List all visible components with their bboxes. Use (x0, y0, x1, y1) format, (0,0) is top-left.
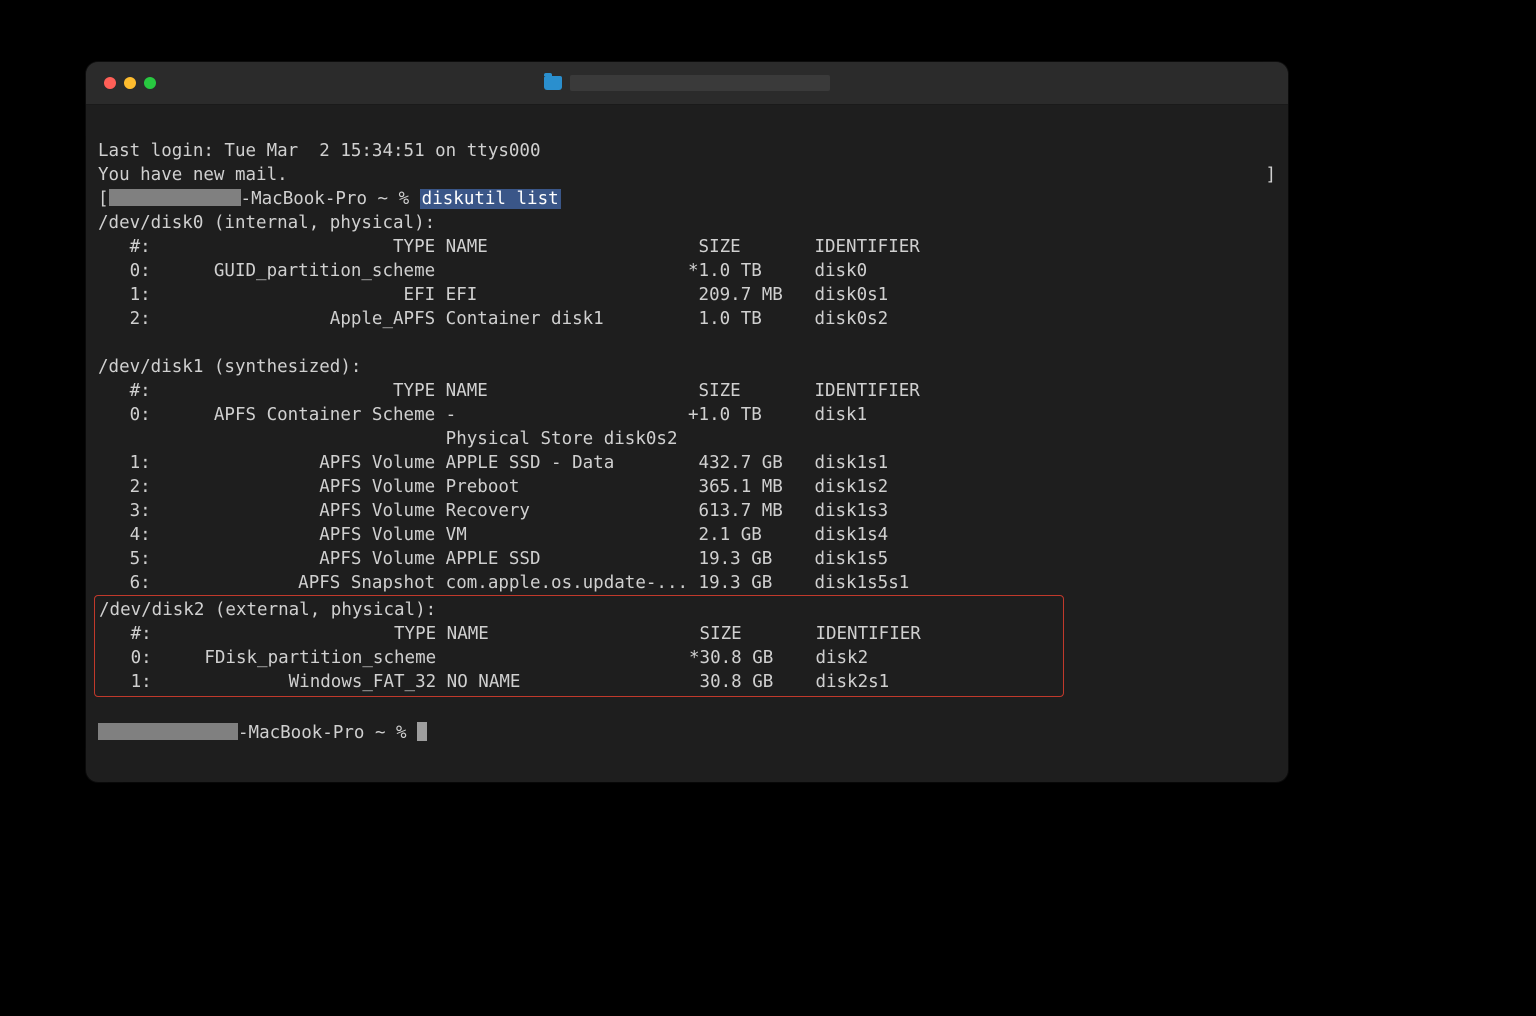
terminal-output[interactable]: Last login: Tue Mar 2 15:34:51 on ttys00… (86, 105, 1288, 782)
disk1-columns: #: TYPE NAME SIZE IDENTIFIER (98, 381, 920, 401)
disk0-header: /dev/disk0 (internal, physical): (98, 213, 435, 233)
last-login-line: Last login: Tue Mar 2 15:34:51 on ttys00… (98, 141, 541, 161)
prompt-bracket: [ (98, 189, 109, 209)
disk0-row-0: 0: GUID_partition_scheme *1.0 TB disk0 (98, 261, 867, 281)
username-redacted-2 (98, 723, 238, 740)
traffic-lights (86, 77, 156, 89)
fullscreen-button[interactable] (144, 77, 156, 89)
disk1-row-0: 0: APFS Container Scheme - +1.0 TB disk1 (98, 405, 867, 425)
prompt-host: -MacBook-Pro ~ % (241, 189, 420, 209)
close-button[interactable] (104, 77, 116, 89)
disk1-row-5: 5: APFS Volume APPLE SSD 19.3 GB disk1s5 (98, 549, 888, 569)
disk1-row-4: 4: APFS Volume VM 2.1 GB disk1s4 (98, 525, 888, 545)
disk1-row-6: 6: APFS Snapshot com.apple.os.update-...… (98, 573, 909, 593)
mail-notice-line: You have new mail. (98, 165, 288, 185)
disk0-row-2: 2: Apple_APFS Container disk1 1.0 TB dis… (98, 309, 888, 329)
disk1-row-1: 1: APFS Volume APPLE SSD - Data 432.7 GB… (98, 453, 888, 473)
disk2-row-1: 1: Windows_FAT_32 NO NAME 30.8 GB disk2s… (99, 672, 889, 692)
command-text: diskutil list (420, 189, 561, 209)
title-redacted (570, 75, 830, 91)
username-redacted (109, 189, 241, 206)
disk0-row-1: 1: EFI EFI 209.7 MB disk0s1 (98, 285, 888, 305)
prompt-right-bracket: ] (1265, 163, 1276, 187)
cursor (417, 722, 427, 741)
disk1-header: /dev/disk1 (synthesized): (98, 357, 361, 377)
disk2-header: /dev/disk2 (external, physical): (99, 600, 436, 620)
disk1-row-3: 3: APFS Volume Recovery 613.7 MB disk1s3 (98, 501, 888, 521)
titlebar-title (544, 75, 830, 91)
minimize-button[interactable] (124, 77, 136, 89)
disk1-row-2: 2: APFS Volume Preboot 365.1 MB disk1s2 (98, 477, 888, 497)
disk0-columns: #: TYPE NAME SIZE IDENTIFIER (98, 237, 920, 257)
prompt-host-2: -MacBook-Pro ~ % (238, 723, 417, 743)
disk2-columns: #: TYPE NAME SIZE IDENTIFIER (99, 624, 921, 644)
titlebar (86, 62, 1288, 105)
disk2-row-0: 0: FDisk_partition_scheme *30.8 GB disk2 (99, 648, 868, 668)
folder-icon (544, 76, 562, 90)
terminal-window: Last login: Tue Mar 2 15:34:51 on ttys00… (86, 62, 1288, 782)
highlighted-disk2-section: /dev/disk2 (external, physical): #: TYPE… (94, 595, 1064, 697)
disk1-row-0b: Physical Store disk0s2 (98, 429, 677, 449)
